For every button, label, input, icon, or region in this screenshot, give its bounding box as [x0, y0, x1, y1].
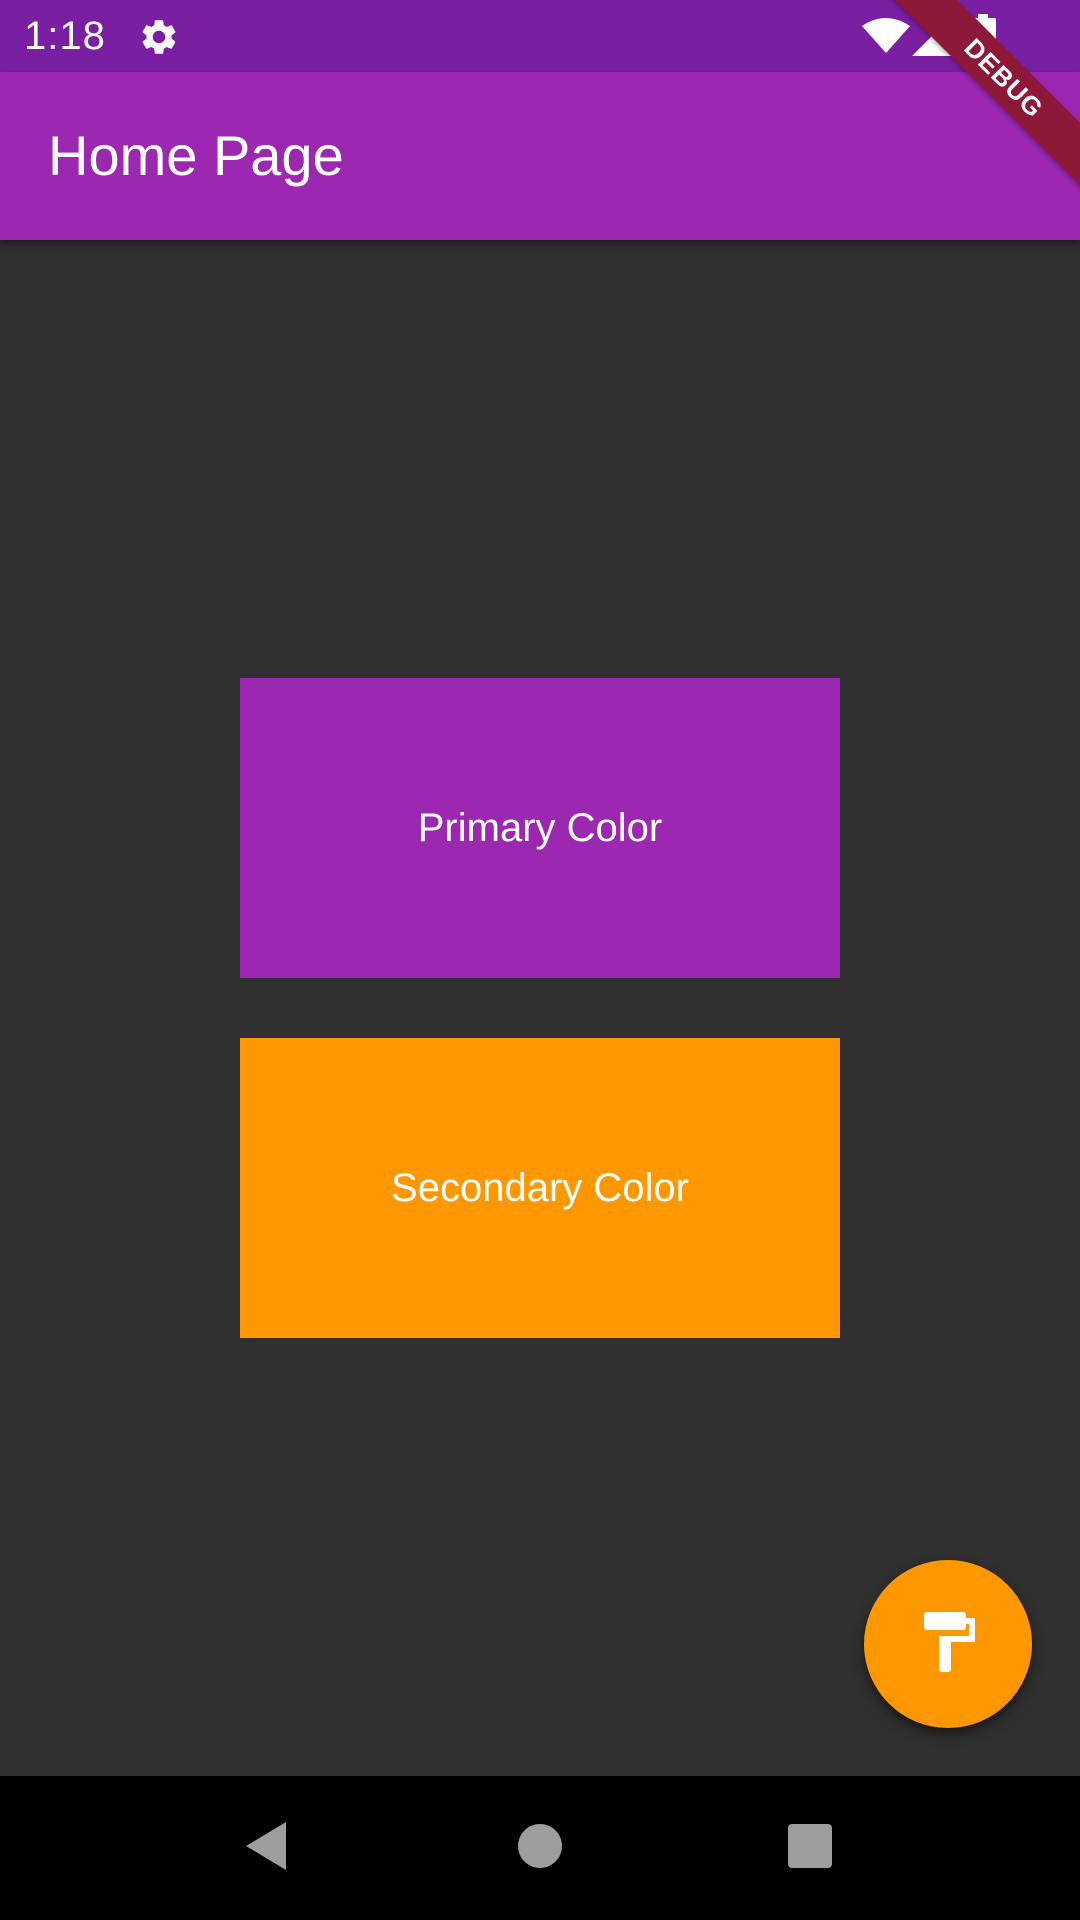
status-time: 1:18 [24, 14, 106, 58]
primary-color-label: Primary Color [417, 805, 663, 850]
back-button[interactable] [230, 1812, 302, 1884]
secondary-color-label: Secondary Color [391, 1165, 689, 1210]
app-screen: 1:18 Home Page DEBUG Primary Color Secon… [0, 0, 1080, 1920]
app-bar: Home Page [0, 72, 1080, 240]
gear-icon [138, 16, 180, 58]
page-title: Home Page [48, 124, 344, 187]
back-icon [242, 1820, 290, 1877]
recents-button[interactable] [774, 1812, 846, 1884]
home-icon [516, 1822, 564, 1875]
wifi-icon [862, 18, 910, 54]
cell-signal-icon [912, 16, 952, 56]
primary-color-box: Primary Color [240, 678, 840, 978]
recents-icon [786, 1822, 834, 1875]
secondary-color-box: Secondary Color [240, 1038, 840, 1338]
system-nav-bar [0, 1776, 1080, 1920]
paint-roller-icon [912, 1606, 984, 1683]
change-theme-fab-button[interactable] [864, 1560, 1032, 1728]
home-button[interactable] [504, 1812, 576, 1884]
battery-icon [970, 14, 996, 58]
status-bar: 1:18 [0, 0, 1080, 72]
